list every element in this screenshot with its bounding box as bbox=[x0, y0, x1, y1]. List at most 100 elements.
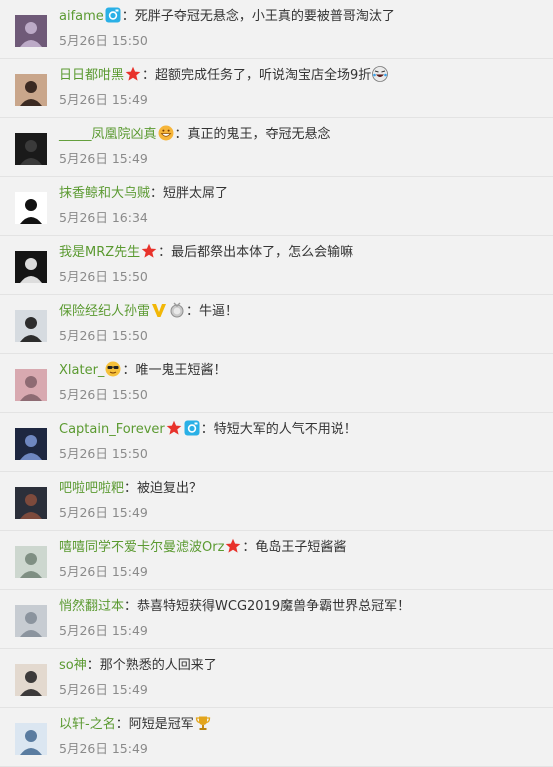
comment-timestamp: 5月26日 15:50 bbox=[59, 269, 148, 284]
commenter-name-link[interactable]: 以轩-之名 bbox=[59, 717, 116, 732]
comment-line: so神：那个熟悉的人回来了 bbox=[59, 656, 217, 676]
comment-line: _____凤凰院凶真 ：真正的鬼王，夺冠无悬念 bbox=[59, 125, 331, 145]
camera-icon bbox=[184, 420, 200, 436]
commenter-name-link[interactable]: aifame bbox=[59, 9, 104, 24]
comment-text: 特短大军的人气不用说！ bbox=[213, 422, 357, 437]
comment-text: 最后都祭出本体了，怎么会输嘛 bbox=[171, 245, 354, 260]
name-separator: ： bbox=[121, 9, 135, 24]
commenter-name-link[interactable]: Captain_Forever bbox=[59, 422, 165, 437]
comment-item: 悄然翻过本：恭喜特短获得WCG2019魔兽争霸世界总冠军！ 5月26日 15:49 bbox=[0, 590, 553, 649]
avatar[interactable] bbox=[15, 487, 47, 519]
laugh-cry-emoji-icon bbox=[372, 66, 389, 82]
avatar[interactable] bbox=[15, 428, 47, 460]
comment-text: 阿短是冠军 bbox=[128, 717, 194, 732]
comment-text: 唯一鬼王短酱！ bbox=[135, 363, 227, 378]
commenter-name-link[interactable]: _____凤凰院凶真 bbox=[59, 127, 157, 142]
trophy-icon bbox=[195, 715, 211, 731]
comment-text: 死胖子夺冠无悬念，小王真的要被普哥淘汰了 bbox=[134, 9, 395, 24]
sunglasses-emoji-icon bbox=[105, 361, 121, 377]
avatar[interactable] bbox=[15, 369, 47, 401]
comment-timestamp: 5月26日 15:50 bbox=[59, 446, 148, 461]
avatar[interactable] bbox=[15, 605, 47, 637]
comment-text: 被迫复出？ bbox=[137, 481, 203, 496]
comment-item: Xlater_ ：唯一鬼王短酱！ 5月26日 15:50 bbox=[0, 354, 553, 413]
commenter-name-link[interactable]: 嘻嘻同学不爱卡尔曼滤波Orz bbox=[59, 540, 224, 555]
name-separator: ： bbox=[158, 245, 172, 260]
comment-timestamp: 5月26日 15:49 bbox=[59, 741, 148, 756]
comment-list: aifame ：死胖子夺冠无悬念，小王真的要被普哥淘汰了 5月26日 15:50 日日… bbox=[0, 0, 553, 767]
commenter-name-link[interactable]: 我是MRZ先生 bbox=[59, 245, 140, 260]
comment-text: 短胖太屌了 bbox=[163, 186, 229, 201]
comment-text: 恭喜特短获得WCG2019魔兽争霸世界总冠军！ bbox=[137, 599, 411, 614]
comment-text: 牛逼！ bbox=[199, 304, 239, 319]
comment-line: 我是MRZ先生 ：最后都祭出本体了，怎么会输嘛 bbox=[59, 243, 353, 263]
name-separator: ： bbox=[124, 599, 138, 614]
grin-emoji-icon bbox=[158, 125, 174, 141]
avatar[interactable] bbox=[15, 192, 47, 224]
comment-item: 吧啦吧啦粑：被迫复出？ 5月26日 15:49 bbox=[0, 472, 553, 531]
name-separator: ： bbox=[150, 186, 164, 201]
commenter-name-link[interactable]: 抹香鲸和大乌贼 bbox=[59, 186, 150, 201]
name-separator: ： bbox=[242, 540, 256, 555]
avatar[interactable] bbox=[15, 664, 47, 696]
avatar[interactable] bbox=[15, 546, 47, 578]
name-separator: ： bbox=[86, 658, 100, 673]
star-icon bbox=[125, 66, 141, 82]
comment-line: aifame ：死胖子夺冠无悬念，小王真的要被普哥淘汰了 bbox=[59, 7, 395, 27]
medal-icon bbox=[169, 302, 185, 318]
comment-timestamp: 5月26日 16:34 bbox=[59, 210, 148, 225]
commenter-name-link[interactable]: 保险经纪人孙雷 bbox=[59, 304, 150, 319]
commenter-name-link[interactable]: 日日都咁黑 bbox=[59, 68, 124, 83]
comment-item: 抹香鲸和大乌贼：短胖太屌了 5月26日 16:34 bbox=[0, 177, 553, 236]
commenter-name-link[interactable]: Xlater_ bbox=[59, 363, 104, 378]
star-icon bbox=[166, 420, 182, 436]
name-separator: ： bbox=[174, 127, 188, 142]
avatar[interactable] bbox=[15, 133, 47, 165]
comment-timestamp: 5月26日 15:50 bbox=[59, 328, 148, 343]
comment-line: 吧啦吧啦粑：被迫复出？ bbox=[59, 479, 202, 499]
star-icon bbox=[225, 538, 241, 554]
comment-item: aifame ：死胖子夺冠无悬念，小王真的要被普哥淘汰了 5月26日 15:50 bbox=[0, 0, 553, 59]
comment-text: 龟岛王子短酱酱 bbox=[255, 540, 347, 555]
comment-text: 真正的鬼王，夺冠无悬念 bbox=[187, 127, 331, 142]
comment-timestamp: 5月26日 15:49 bbox=[59, 151, 148, 166]
name-separator: ： bbox=[186, 304, 200, 319]
comment-item: 以轩-之名：阿短是冠军 5月26日 15:49 bbox=[0, 708, 553, 767]
avatar[interactable] bbox=[15, 723, 47, 755]
comment-line: 保险经纪人孙雷 ：牛逼！ bbox=[59, 302, 238, 322]
name-separator: ： bbox=[115, 717, 129, 732]
camera-icon bbox=[105, 7, 121, 23]
comment-timestamp: 5月26日 15:49 bbox=[59, 505, 148, 520]
name-separator: ： bbox=[200, 422, 214, 437]
comment-timestamp: 5月26日 15:50 bbox=[59, 387, 148, 402]
comment-line: 嘻嘻同学不爱卡尔曼滤波Orz ：龟岛王子短酱酱 bbox=[59, 538, 346, 558]
name-separator: ： bbox=[142, 68, 156, 83]
star-icon bbox=[141, 243, 157, 259]
comment-item: 嘻嘻同学不爱卡尔曼滤波Orz ：龟岛王子短酱酱 5月26日 15:49 bbox=[0, 531, 553, 590]
avatar[interactable] bbox=[15, 251, 47, 283]
comment-timestamp: 5月26日 15:49 bbox=[59, 682, 148, 697]
name-separator: ： bbox=[122, 363, 136, 378]
comment-text: 超额完成任务了，听说淘宝店全场9折 bbox=[155, 68, 372, 83]
comment-line: 以轩-之名：阿短是冠军 bbox=[59, 715, 212, 735]
commenter-name-link[interactable]: so神 bbox=[59, 658, 87, 673]
comment-item: _____凤凰院凶真 ：真正的鬼王，夺冠无悬念 5月26日 15:49 bbox=[0, 118, 553, 177]
comment-line: Xlater_ ：唯一鬼王短酱！ bbox=[59, 361, 226, 381]
verified-v-icon bbox=[151, 302, 167, 318]
comment-timestamp: 5月26日 15:49 bbox=[59, 92, 148, 107]
comment-timestamp: 5月26日 15:49 bbox=[59, 623, 148, 638]
avatar[interactable] bbox=[15, 15, 47, 47]
comment-timestamp: 5月26日 15:50 bbox=[59, 33, 148, 48]
comment-line: 悄然翻过本：恭喜特短获得WCG2019魔兽争霸世界总冠军！ bbox=[59, 597, 410, 617]
avatar[interactable] bbox=[15, 74, 47, 106]
comment-line: Captain_Forever ：特短大军的人气不用说！ bbox=[59, 420, 357, 440]
comment-item: 保险经纪人孙雷 ：牛逼！ 5月26日 15:50 bbox=[0, 295, 553, 354]
name-separator: ： bbox=[124, 481, 138, 496]
comment-line: 抹香鲸和大乌贼：短胖太屌了 bbox=[59, 184, 228, 204]
avatar[interactable] bbox=[15, 310, 47, 342]
commenter-name-link[interactable]: 吧啦吧啦粑 bbox=[59, 481, 124, 496]
commenter-name-link[interactable]: 悄然翻过本 bbox=[59, 599, 124, 614]
comment-item: 我是MRZ先生 ：最后都祭出本体了，怎么会输嘛 5月26日 15:50 bbox=[0, 236, 553, 295]
comment-item: Captain_Forever ：特短大军的人气不用说！ 5月26日 15:50 bbox=[0, 413, 553, 472]
comment-text: 那个熟悉的人回来了 bbox=[99, 658, 217, 673]
